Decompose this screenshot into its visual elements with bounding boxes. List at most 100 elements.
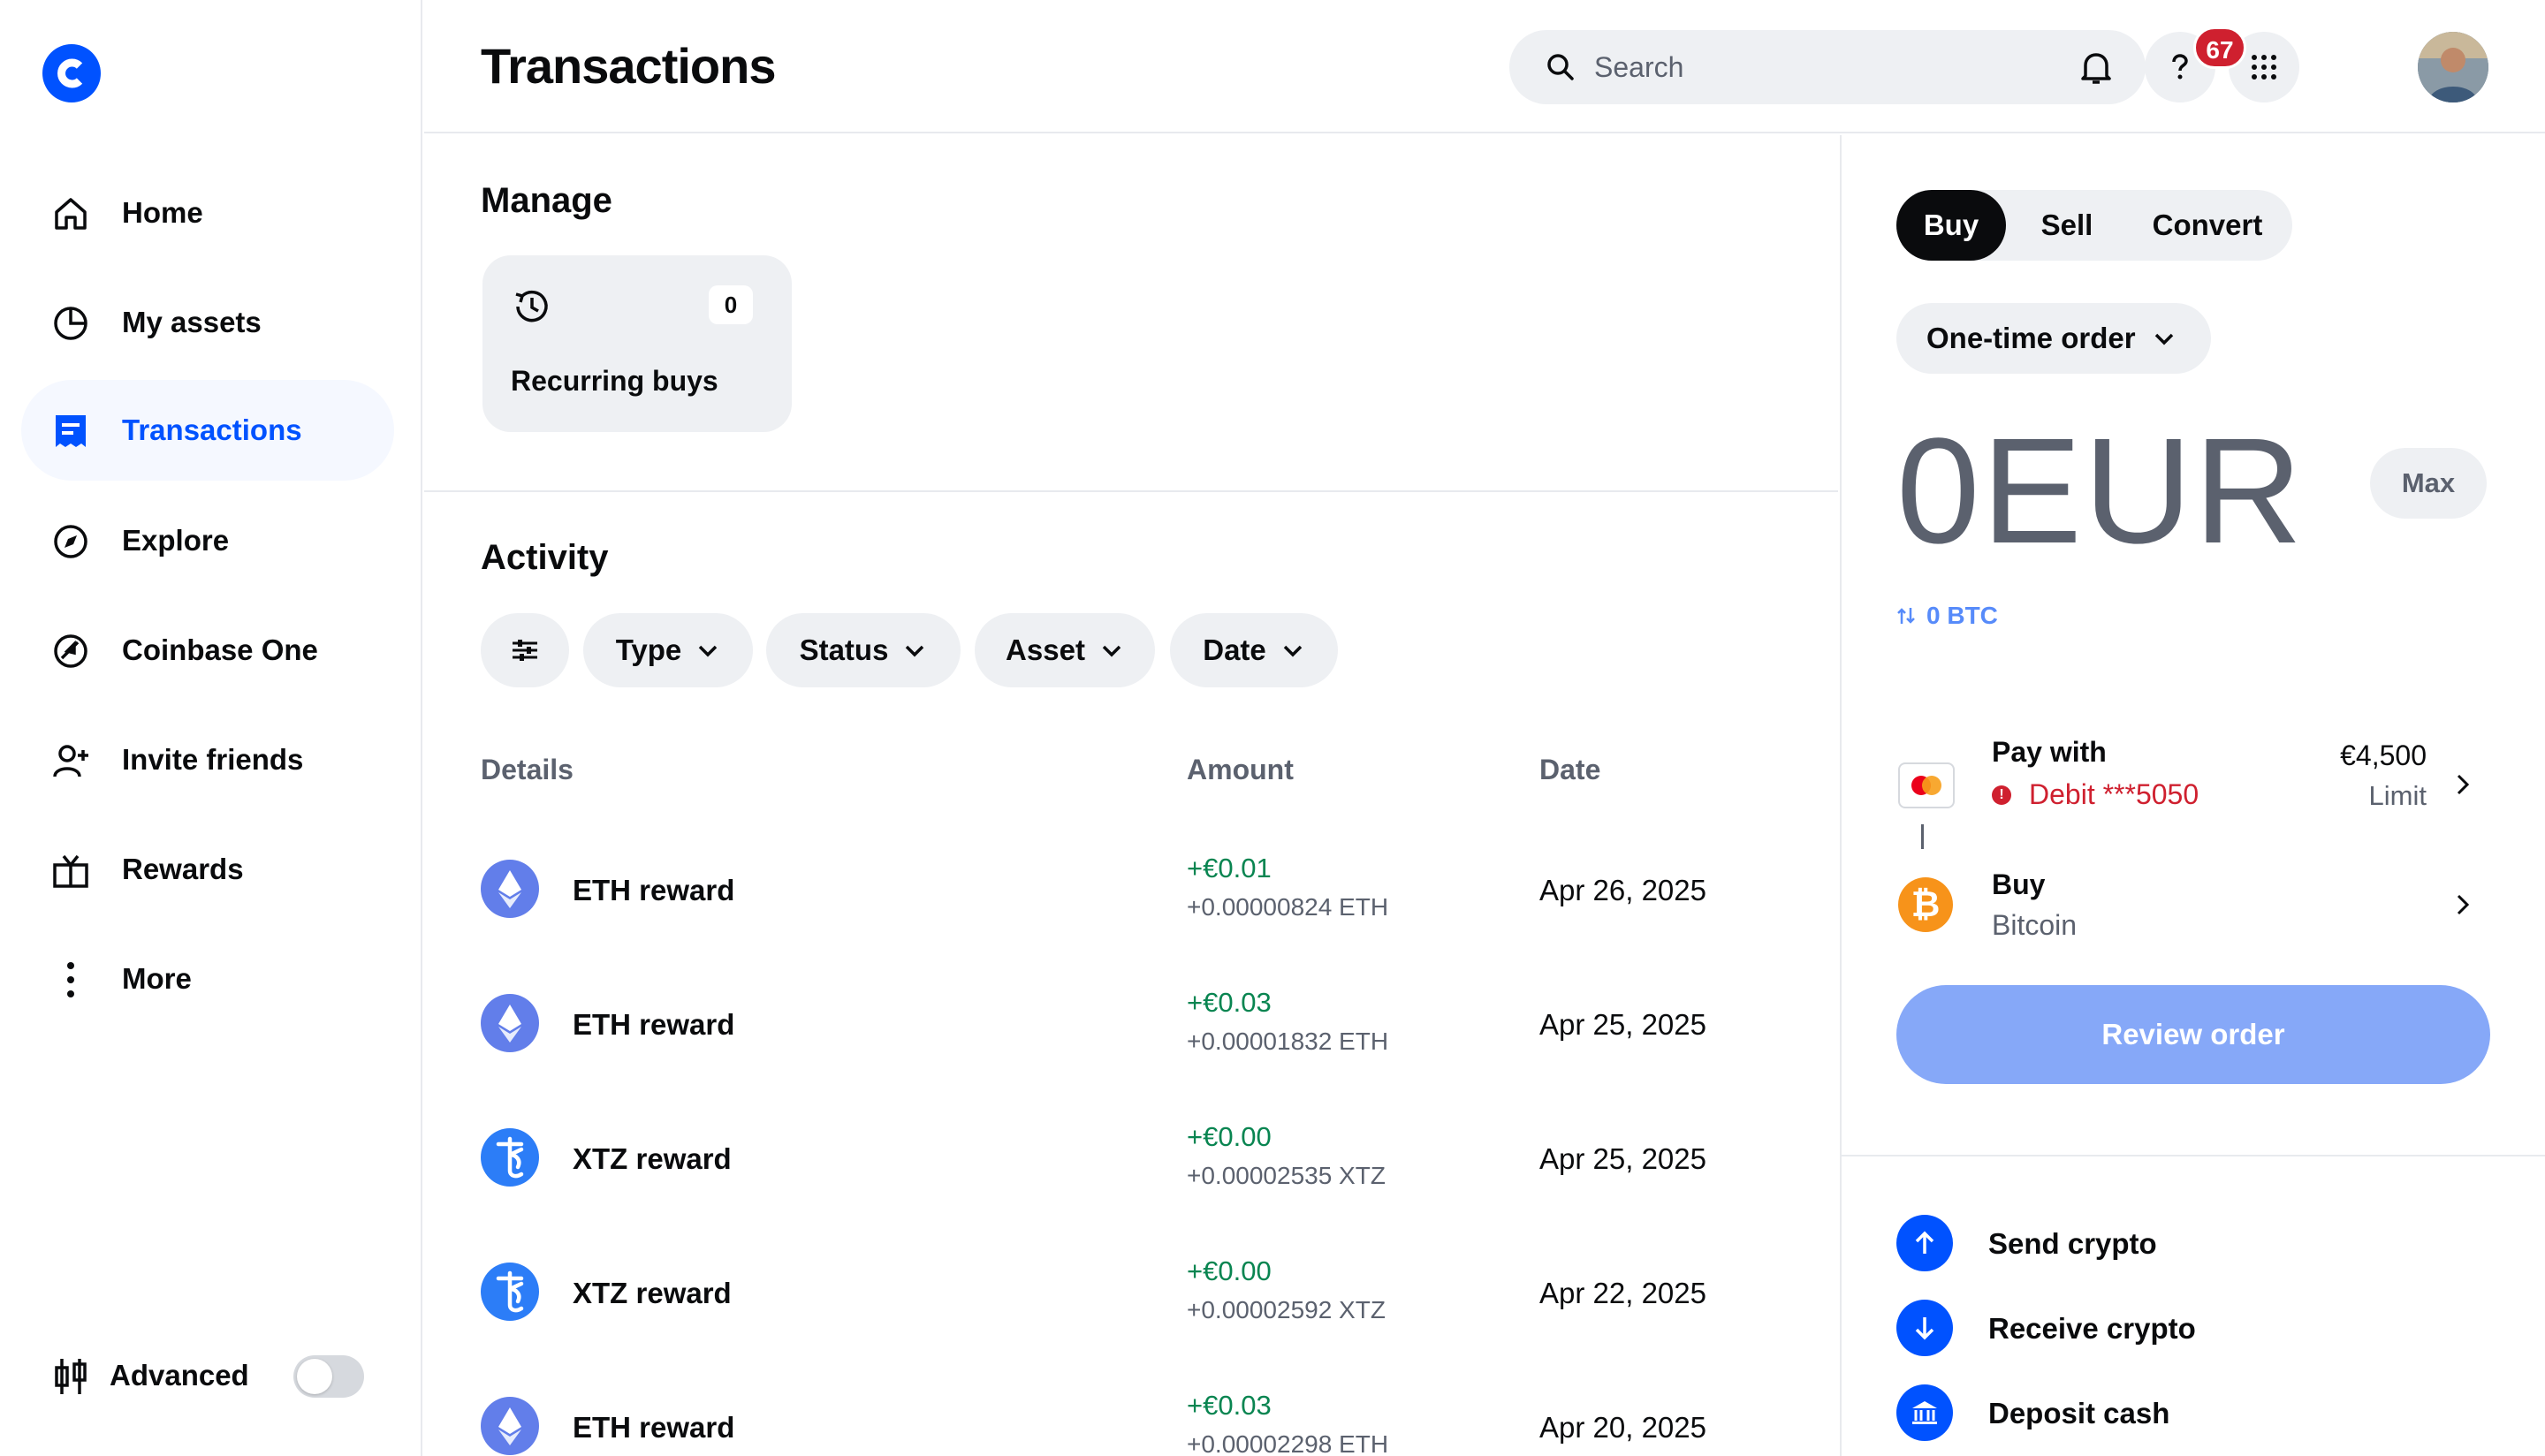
advanced-switch[interactable] [293, 1355, 364, 1398]
bell-icon [2081, 53, 2111, 84]
eth-coin-icon [481, 994, 539, 1052]
review-order-button[interactable]: Review order [1896, 985, 2490, 1084]
sidebar-item-label: Transactions [122, 413, 302, 446]
table-row[interactable]: ETH reward +€0.03 +0.00001832 ETH Apr 25… [424, 957, 1838, 1091]
search-icon [1547, 54, 1574, 80]
transaction-fiat-amount: +€0.01 [1187, 853, 1272, 883]
transaction-crypto-amount: +0.00002298 ETH [1187, 1430, 1389, 1456]
recurring-buys-card[interactable]: 0 Recurring buys [482, 255, 792, 432]
filter-asset[interactable]: Asset [975, 613, 1155, 687]
arrow-down-icon [1896, 1300, 1953, 1356]
page-title: Transactions [481, 38, 776, 94]
coinbase-logo-icon[interactable] [42, 44, 101, 102]
filter-label: Status [799, 633, 889, 666]
notifications-button[interactable] [2061, 32, 2131, 102]
conversion-toggle[interactable]: 0 BTC [1896, 602, 1998, 630]
sidebar-item-more[interactable]: More [21, 929, 394, 1029]
max-button[interactable]: Max [2370, 448, 2487, 519]
sidebar-item-rewards[interactable]: Rewards [21, 819, 394, 920]
transaction-fiat-amount: +€0.00 [1187, 1121, 1272, 1152]
transaction-date: Apr 20, 2025 [1539, 1411, 1706, 1444]
sidebar-item-label: Home [122, 196, 203, 229]
chevron-down-icon [699, 645, 718, 657]
limit-amount: €4,500 [2340, 739, 2427, 771]
action-label: Deposit cash [1988, 1397, 2170, 1429]
sidebar-item-invite-friends[interactable]: Invite friends [21, 709, 394, 810]
tab-buy[interactable]: Buy [1896, 190, 2006, 261]
transaction-name: ETH reward [573, 1411, 735, 1444]
eth-coin-icon [481, 1397, 539, 1455]
add-user-icon [53, 745, 88, 777]
history-icon [515, 290, 548, 322]
question-mark-icon [2172, 54, 2188, 80]
transaction-crypto-amount: +0.00002535 XTZ [1187, 1162, 1386, 1189]
search-input[interactable] [1594, 30, 2124, 104]
switch-knob [297, 1359, 332, 1394]
transaction-fiat-amount: +€0.00 [1187, 1255, 1272, 1286]
xtz-coin-icon [481, 1128, 539, 1187]
action-label: Receive crypto [1988, 1312, 2196, 1345]
table-row[interactable]: ETH reward +€0.01 +0.00000824 ETH Apr 26… [424, 823, 1838, 957]
send-crypto-action[interactable]: Send crypto [1896, 1215, 2427, 1273]
table-row[interactable]: XTZ reward +€0.00 +0.00002535 XTZ Apr 25… [424, 1091, 1838, 1225]
transaction-name: XTZ reward [573, 1142, 732, 1175]
chevron-down-icon [1283, 645, 1303, 657]
buy-label: Buy [1992, 868, 2046, 900]
xtz-coin-icon [481, 1263, 539, 1321]
filter-status[interactable]: Status [766, 613, 961, 687]
chevron-down-icon [906, 645, 924, 657]
avatar[interactable] [2418, 32, 2488, 102]
advanced-toggle-row[interactable]: Advanced [53, 1352, 389, 1401]
sidebar-item-coinbase-one[interactable]: Coinbase One [21, 600, 394, 701]
panel-divider [1842, 1155, 2545, 1156]
amount-display[interactable]: 0EUR [1896, 416, 2304, 566]
trade-panel: Buy Sell Convert One-time order 0EUR Max… [1840, 135, 2545, 1456]
bank-icon [1896, 1384, 1953, 1441]
coinbase-one-icon [54, 634, 87, 668]
table-row[interactable]: ETH reward +€0.03 +0.00002298 ETH Apr 20… [424, 1360, 1838, 1456]
column-header-details: Details [481, 754, 574, 785]
transaction-date: Apr 25, 2025 [1539, 1008, 1706, 1041]
buy-asset-name: Bitcoin [1992, 909, 2078, 941]
sliders-icon [513, 640, 537, 661]
column-header-date: Date [1539, 754, 1601, 785]
column-header-amount: Amount [1187, 754, 1294, 785]
sidebar-item-my-assets[interactable]: My assets [21, 272, 394, 373]
gift-icon [53, 854, 88, 888]
transaction-crypto-amount: +0.00002592 XTZ [1187, 1296, 1386, 1323]
transaction-name: ETH reward [573, 1008, 735, 1041]
pie-chart-icon [54, 307, 87, 340]
tab-convert[interactable]: Convert [2128, 190, 2287, 261]
sidebar-item-transactions[interactable]: Transactions [21, 380, 394, 481]
order-type-dropdown[interactable]: One-time order [1896, 303, 2211, 374]
trade-mode-tabs: Buy Sell Convert [1896, 190, 2292, 261]
sidebar-item-home[interactable]: Home [21, 163, 394, 263]
section-divider [424, 490, 1838, 492]
buy-asset-row[interactable]: ₿ Buy Bitcoin [1898, 868, 2485, 957]
deposit-cash-action[interactable]: Deposit cash [1896, 1384, 2427, 1443]
chevron-down-icon [2154, 333, 2173, 345]
sidebar: Home My assets Transactions Explore Coin… [0, 0, 422, 1456]
payment-method-label: Debit ***5050 [2029, 778, 2199, 810]
table-row[interactable]: XTZ reward +€0.00 +0.00002592 XTZ Apr 22… [424, 1225, 1838, 1360]
filter-type[interactable]: Type [583, 613, 753, 687]
search-bar[interactable] [1509, 30, 2146, 104]
transaction-fiat-amount: +€0.03 [1187, 987, 1272, 1018]
receive-crypto-action[interactable]: Receive crypto [1896, 1300, 2427, 1358]
transaction-date: Apr 25, 2025 [1539, 1142, 1706, 1175]
sidebar-item-label: My assets [122, 306, 262, 338]
filter-date[interactable]: Date [1170, 613, 1338, 687]
conversion-value: 0 BTC [1926, 602, 1998, 629]
transaction-crypto-amount: +0.00001832 ETH [1187, 1028, 1389, 1055]
sidebar-item-explore[interactable]: Explore [21, 490, 394, 591]
recurring-count-badge: 0 [709, 285, 753, 324]
pay-with-row[interactable]: Pay with ! Debit ***5050 €4,500 Limit [1898, 736, 2485, 833]
action-label: Send crypto [1988, 1227, 2157, 1260]
eth-coin-icon [481, 860, 539, 918]
more-vertical-icon [67, 962, 74, 997]
transaction-date: Apr 22, 2025 [1539, 1277, 1706, 1309]
recurring-buys-label: Recurring buys [511, 365, 718, 397]
tab-sell[interactable]: Sell [2011, 190, 2123, 261]
grid-icon [2252, 55, 2276, 80]
filter-settings-button[interactable] [481, 613, 569, 687]
